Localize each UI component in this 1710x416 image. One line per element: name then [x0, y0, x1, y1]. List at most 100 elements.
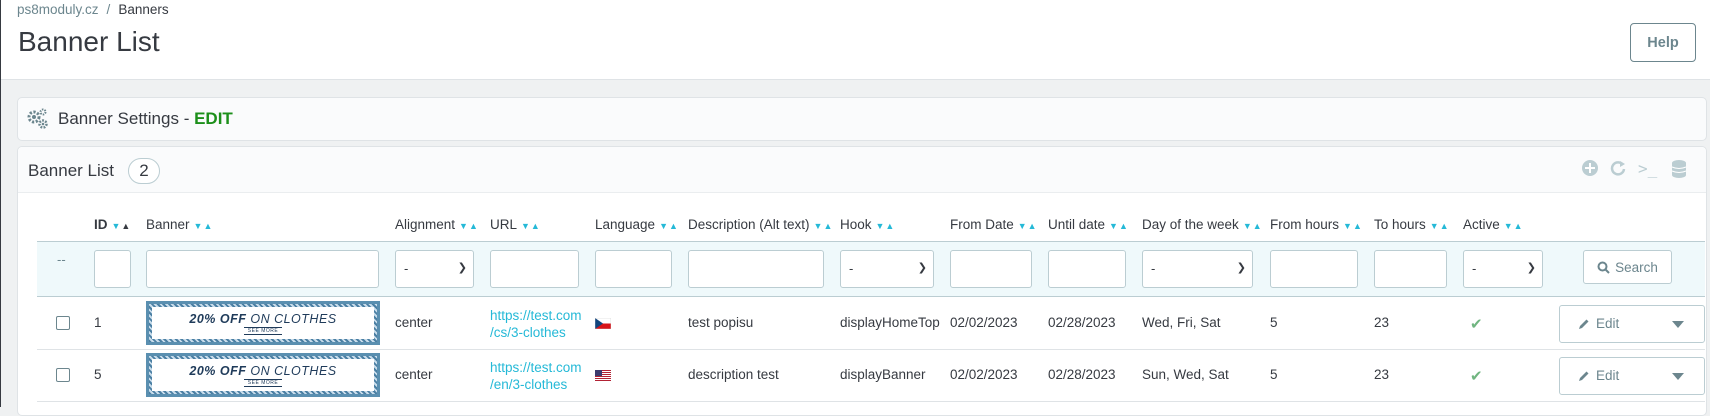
filter-id-input[interactable]	[94, 250, 131, 288]
row-url-link[interactable]: https://test.com/cs/3-clothes	[490, 307, 582, 341]
banner-thumbnail: 20% OFF ON CLOTHES SEE MORE	[146, 353, 380, 397]
czech-flag-icon	[595, 318, 611, 329]
row-divider	[37, 401, 1705, 402]
sort-icon[interactable]: ▼▲	[1504, 221, 1524, 231]
active-check-icon[interactable]: ✔	[1470, 315, 1483, 333]
filter-url-input[interactable]	[490, 250, 579, 288]
row-id: 5	[94, 367, 102, 382]
search-icon	[1597, 261, 1610, 274]
sort-icon[interactable]: ▼▲	[659, 221, 679, 231]
edit-button-group: Edit	[1559, 305, 1705, 343]
search-button[interactable]: Search	[1583, 250, 1672, 284]
list-count-badge: 2	[128, 158, 160, 184]
caret-down-icon	[1672, 372, 1684, 380]
breadcrumb-root-link[interactable]: ps8moduly.cz	[17, 2, 99, 17]
list-panel-header: Banner List 2 >_	[18, 147, 1706, 193]
sort-icon[interactable]: ▼▲	[1343, 221, 1363, 231]
row-days: Wed, Fri, Sat	[1142, 315, 1221, 330]
pencil-icon	[1579, 371, 1589, 381]
sort-icon[interactable]: ▼▲	[459, 221, 479, 231]
chevron-down-icon: ❯	[1236, 262, 1246, 274]
chevron-down-icon: ❯	[917, 262, 927, 274]
row-alignment: center	[395, 367, 433, 382]
row-from-hours: 5	[1270, 315, 1278, 330]
banner-main-text: 20% OFF	[189, 311, 247, 326]
row-id: 1	[94, 315, 102, 330]
edit-dropdown-toggle[interactable]	[1652, 358, 1704, 394]
sort-icon[interactable]: ▼▲	[194, 221, 214, 231]
bulk-select-dash: --	[57, 252, 66, 267]
breadcrumb-current: Banners	[118, 2, 169, 17]
row-checkbox[interactable]	[56, 316, 70, 330]
sort-icon[interactable]: ▼▲	[1430, 221, 1450, 231]
edit-button[interactable]: Edit	[1578, 316, 1619, 331]
row-to-hours: 23	[1374, 367, 1390, 382]
us-flag-icon	[595, 370, 611, 381]
edit-button[interactable]: Edit	[1578, 368, 1619, 383]
filter-from-hours-input[interactable]	[1270, 250, 1358, 288]
row-hook: displayBanner	[840, 367, 926, 382]
edit-button-group: Edit	[1559, 357, 1705, 395]
column-header-to-hours[interactable]: To hours ▼▲	[1374, 217, 1450, 232]
column-header-url[interactable]: URL ▼▲	[490, 217, 541, 232]
row-until-date: 02/28/2023	[1048, 315, 1116, 330]
page-header: ps8moduly.cz / Banners Banner List Help	[1, 0, 1710, 80]
column-header-until-date[interactable]: Until date ▼▲	[1048, 217, 1129, 232]
column-header-id[interactable]: ID ▼▲	[94, 217, 131, 232]
banner-sub-text: SEE MORE	[243, 378, 283, 387]
row-description: test popisu	[688, 315, 754, 330]
help-button[interactable]: Help	[1630, 23, 1696, 62]
sort-icon[interactable]: ▼▲	[521, 221, 541, 231]
filter-hook-select[interactable]: - ❯	[840, 250, 934, 288]
gears-icon	[27, 108, 48, 129]
column-header-banner[interactable]: Banner ▼▲	[146, 217, 213, 232]
breadcrumb: ps8moduly.cz / Banners	[17, 2, 169, 17]
filter-alignment-select[interactable]: - ❯	[395, 250, 474, 288]
sort-icon[interactable]: ▼▲	[1243, 221, 1263, 231]
chevron-down-icon: ❯	[1526, 262, 1536, 274]
row-days: Sun, Wed, Sat	[1142, 367, 1229, 382]
breadcrumb-separator: /	[106, 2, 111, 17]
row-from-hours: 5	[1270, 367, 1278, 382]
sort-icon[interactable]: ▼▲	[876, 221, 896, 231]
column-header-hook[interactable]: Hook ▼▲	[840, 217, 895, 232]
edit-dropdown-toggle[interactable]	[1652, 306, 1704, 342]
banner-main-light-text: ON CLOTHES	[250, 311, 337, 326]
banner-sub-text: SEE MORE	[243, 326, 283, 335]
row-checkbox[interactable]	[56, 368, 70, 382]
column-header-alignment[interactable]: Alignment ▼▲	[395, 217, 479, 232]
row-alignment: center	[395, 315, 433, 330]
column-header-day-of-week[interactable]: Day of the week ▼▲	[1142, 217, 1263, 232]
sort-icon[interactable]: ▼▲	[1109, 221, 1129, 231]
terminal-icon[interactable]: >_	[1638, 159, 1657, 178]
row-description: description test	[688, 367, 779, 382]
filter-description-input[interactable]	[688, 250, 824, 288]
chevron-down-icon: ❯	[457, 262, 467, 274]
page-title: Banner List	[18, 26, 160, 57]
row-until-date: 02/28/2023	[1048, 367, 1116, 382]
add-icon[interactable]	[1581, 159, 1599, 182]
column-header-description[interactable]: Description (Alt text) ▼▲	[688, 217, 833, 232]
filter-banner-input[interactable]	[146, 250, 379, 288]
row-url-link[interactable]: https://test.com/en/3-clothes	[490, 359, 582, 393]
filter-language-input[interactable]	[595, 250, 672, 288]
refresh-icon[interactable]	[1609, 159, 1627, 182]
sort-icon[interactable]: ▼▲	[814, 221, 834, 231]
filter-active-select[interactable]: - ❯	[1463, 250, 1543, 288]
column-header-language[interactable]: Language ▼▲	[595, 217, 679, 232]
list-title: Banner List	[28, 161, 114, 180]
column-header-active[interactable]: Active ▼▲	[1463, 217, 1524, 232]
active-check-icon[interactable]: ✔	[1470, 367, 1483, 385]
column-header-from-date[interactable]: From Date ▼▲	[950, 217, 1038, 232]
settings-title-text: Banner Settings -	[58, 109, 195, 128]
column-header-from-hours[interactable]: From hours ▼▲	[1270, 217, 1363, 232]
filter-from-date-input[interactable]	[950, 250, 1032, 288]
database-icon[interactable]	[1670, 159, 1688, 184]
sort-icon[interactable]: ▼▲	[112, 221, 132, 231]
settings-title: Banner Settings - EDIT	[58, 109, 233, 129]
filter-until-date-input[interactable]	[1048, 250, 1126, 288]
filter-day-of-week-select[interactable]: - ❯	[1142, 250, 1253, 288]
filter-to-hours-input[interactable]	[1374, 250, 1447, 288]
sort-icon[interactable]: ▼▲	[1018, 221, 1038, 231]
banner-settings-panel[interactable]: Banner Settings - EDIT	[17, 97, 1707, 141]
